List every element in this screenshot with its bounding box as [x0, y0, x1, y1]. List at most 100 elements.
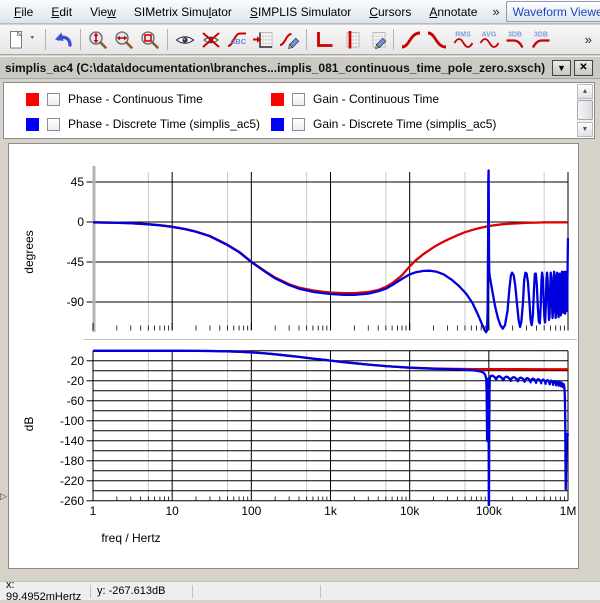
close-tab-button[interactable]: ✕ [574, 60, 593, 76]
gain-ytick-label: -20 [67, 374, 85, 388]
toolbar-avg-button[interactable]: AVG [476, 27, 502, 53]
svg-text:ABC: ABC [230, 37, 247, 46]
toolbar-edit-curve-button[interactable] [276, 27, 302, 53]
3db-lowpass-icon: 3DB [504, 29, 526, 51]
toolbar-rms-button[interactable]: RMS [450, 27, 476, 53]
x-axis-tick-label: 1 [90, 504, 97, 518]
svg-text:AVG: AVG [482, 31, 497, 38]
svg-text:3DB: 3DB [534, 31, 548, 38]
gain-ytick-label: 20 [71, 354, 85, 368]
gain-ytick-label: -260 [60, 494, 84, 508]
legend-item: Gain - Continuous Time [271, 92, 496, 106]
tab-bar: simplis_ac4 (C:\data\documentation\branc… [0, 56, 600, 79]
menu-item-simplis-simulator[interactable]: SIMPLIS Simulator [241, 2, 360, 22]
curve-color-swatch [26, 118, 39, 131]
add-grid-icon [339, 29, 361, 51]
toolbar-new-document-button[interactable] [3, 27, 29, 53]
gain-ytick-label: -60 [67, 394, 85, 408]
toolbar-zoom-fit-x-button[interactable] [111, 27, 137, 53]
x-axis-tick-label: 10k [400, 504, 420, 518]
scroll-down-icon[interactable]: ▼ [577, 122, 593, 137]
tab-list-dropdown-button[interactable]: ▼ [552, 60, 571, 76]
gain-chart[interactable]: 20-20-60-100-140-180-220-2601101001k10k1… [22, 351, 576, 545]
toolbar-zoom-box-button[interactable] [137, 27, 163, 53]
toolbar-undo-button[interactable] [50, 27, 76, 53]
legend-checkbox[interactable] [292, 118, 305, 131]
tab-title[interactable]: simplis_ac4 (C:\data\documentation\branc… [5, 61, 545, 75]
page-icon [5, 29, 27, 51]
menu-item-view[interactable]: View [81, 2, 125, 22]
phase-axis-title: degrees [22, 230, 36, 273]
toolbar-add-grid-button[interactable] [337, 27, 363, 53]
smooth-fall-curve-icon [426, 29, 448, 51]
edit-axis-icon [365, 29, 387, 51]
status-cursor-x: x: 99.4952mHertz [0, 582, 90, 600]
legend-panel: Phase - Continuous Time Gain - Continuous… [3, 82, 595, 139]
menu-item-cursors[interactable]: Cursors [360, 2, 420, 22]
status-cursor-y: y: -267.613dB [91, 582, 192, 600]
zoom-box-icon [139, 29, 161, 51]
smooth-rise-curve-icon [400, 29, 422, 51]
menu-item-edit[interactable]: Edit [42, 2, 81, 22]
zoom-fit-x-icon [113, 29, 135, 51]
toolbar-new-dropdown-button[interactable] [29, 27, 41, 53]
svg-text:3DB: 3DB [508, 31, 522, 38]
viewer-combo-label: Waveform Viewer [507, 5, 600, 19]
x-axis-tick-label: 1M [560, 504, 577, 518]
phase-chart[interactable]: 450-45-90degrees [22, 166, 568, 332]
toolbar-show-curve-button[interactable] [172, 27, 198, 53]
curve-color-swatch [271, 118, 284, 131]
toolbar-smooth-fall-button[interactable] [424, 27, 450, 53]
toolbar-add-axis-button[interactable] [311, 27, 337, 53]
phase-ytick-label: 45 [71, 175, 85, 189]
zoom-fit-y-icon [87, 29, 109, 51]
scrollbar-thumb[interactable] [577, 100, 593, 120]
toolbar-smooth-rise-button[interactable] [398, 27, 424, 53]
status-empty-segment [193, 582, 320, 600]
legend-label: Gain - Continuous Time [313, 92, 439, 106]
phase-ytick-label: 0 [77, 215, 84, 229]
gain-ytick-label: -220 [60, 474, 84, 488]
legend-label: Gain - Discrete Time (simplis_ac5) [313, 117, 496, 131]
curve-color-swatch [26, 93, 39, 106]
x-axis-tick-label: 1k [324, 504, 338, 518]
scroll-up-icon[interactable]: ▲ [577, 84, 593, 99]
legend-label: Phase - Discrete Time (simplis_ac5) [68, 117, 260, 131]
x-axis-tick-label: 10 [165, 504, 179, 518]
x-axis-tick-label: 100 [241, 504, 261, 518]
curve-color-swatch [271, 93, 284, 106]
chart-panel[interactable]: 450-45-90degrees20-20-60-100-140-180-220… [8, 143, 579, 569]
toolbar-separator [393, 29, 394, 50]
edit-curve-icon [278, 29, 300, 51]
bode-plot[interactable]: 450-45-90degrees20-20-60-100-140-180-220… [9, 144, 578, 568]
legend-scrollbar[interactable]: ▲ ▼ [577, 84, 593, 137]
toolbar-edit-axis-button[interactable] [363, 27, 389, 53]
toolbar-3db-lowpass-button[interactable]: 3DB [502, 27, 528, 53]
rms-icon: RMS [452, 29, 474, 51]
menu-item-annotate[interactable]: Annotate [420, 2, 486, 22]
toolbar-3db-highpass-button[interactable]: 3DB [528, 27, 554, 53]
gain-ytick-label: -100 [60, 414, 84, 428]
menu-item-file[interactable]: File [5, 2, 42, 22]
panel-expand-arrow-icon[interactable]: ▷ [0, 492, 7, 501]
legend-checkbox[interactable] [47, 93, 60, 106]
toolbar-separator [45, 29, 46, 50]
menu-bar: FileEditViewSIMetrix SimulatorSIMPLIS Si… [0, 0, 600, 24]
gain-ytick-label: -180 [60, 454, 84, 468]
toolbar-overflow-chevron-icon[interactable]: » [580, 32, 597, 47]
toolbar-curve-label-button[interactable]: ABC [224, 27, 250, 53]
menu-overflow-chevron-icon[interactable]: » [486, 4, 505, 19]
viewer-select-combobox[interactable]: Waveform Viewer ▼ [506, 1, 600, 22]
legend-checkbox[interactable] [292, 93, 305, 106]
phase-ytick-label: -45 [67, 255, 85, 269]
toolbar-dock-curve-button[interactable] [250, 27, 276, 53]
toolbar-zoom-fit-y-button[interactable] [85, 27, 111, 53]
toolbar-separator [167, 29, 168, 50]
waveform-viewer-window: { "menu": { "items": [ {"id":"file","pre… [0, 0, 600, 600]
x-axis-tick-label: 100k [476, 504, 503, 518]
toolbar-hide-curve-button[interactable] [198, 27, 224, 53]
legend-item: Phase - Continuous Time [26, 92, 271, 106]
chevron-down-icon [30, 35, 40, 45]
legend-checkbox[interactable] [47, 118, 60, 131]
menu-item-simetrix-simulator[interactable]: SIMetrix Simulator [125, 2, 241, 22]
